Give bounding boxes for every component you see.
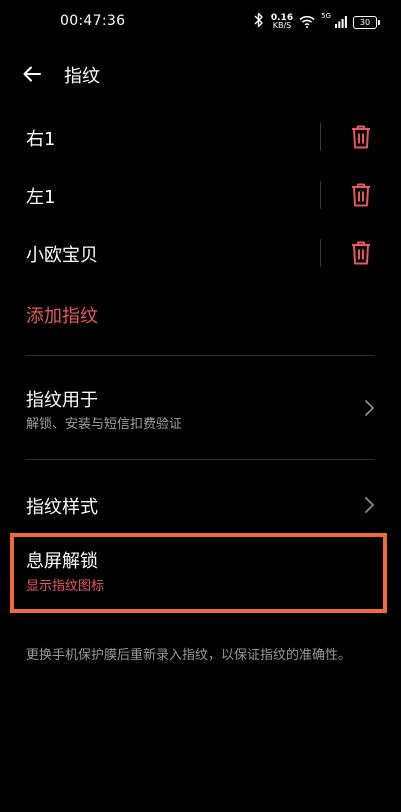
header: 指纹 (0, 52, 401, 96)
trash-icon (352, 241, 370, 265)
fingerprint-usage-title: 指纹用于 (26, 390, 98, 411)
fingerprint-usage-item[interactable]: 指纹用于 解锁、安装与短信扣费验证 (0, 380, 401, 436)
chevron-right-icon (365, 400, 374, 416)
divider (320, 239, 321, 267)
signal-icon (335, 13, 347, 32)
section-divider (26, 355, 374, 356)
delete-button[interactable] (349, 181, 373, 209)
fingerprint-usage-subtitle: 解锁、安装与短信扣费验证 (26, 417, 183, 432)
fingerprint-row[interactable]: 左1 (0, 167, 401, 225)
fingerprint-label: 左1 (26, 187, 56, 208)
fingerprint-style-title: 指纹样式 (26, 497, 98, 518)
status-time: 00:47:36 (60, 13, 126, 29)
battery-icon: 30 (353, 15, 380, 29)
screen-off-unlock-subtitle: 显示指纹图标 (26, 579, 105, 594)
trash-icon (352, 125, 370, 149)
fingerprint-row[interactable]: 小欧宝贝 (0, 225, 401, 283)
wifi-icon (299, 13, 315, 32)
fingerprint-label: 右1 (26, 129, 56, 150)
signal-type-label: 5G (321, 12, 331, 20)
status-bar: 00:47:36 0.16 KB/S 5G 30 (0, 0, 401, 44)
back-arrow-icon (23, 66, 41, 82)
network-speed-unit: KB/S (272, 21, 292, 30)
chevron-right-icon (365, 497, 374, 513)
section-divider (26, 459, 374, 460)
add-fingerprint-button[interactable]: 添加指纹 (26, 302, 98, 328)
divider (320, 181, 321, 209)
bluetooth-icon (253, 12, 265, 32)
trash-icon (352, 183, 370, 207)
fingerprint-style-item[interactable]: 指纹样式 (0, 484, 401, 528)
network-speed: 0.16 KB/S (271, 14, 293, 30)
screen-off-unlock-title: 息屏解锁 (26, 551, 98, 572)
delete-button[interactable] (349, 239, 373, 267)
page-title: 指纹 (64, 66, 100, 87)
status-icons: 0.16 KB/S 5G 30 (253, 12, 380, 32)
fingerprint-row[interactable]: 右1 (0, 109, 401, 167)
fingerprint-label: 小欧宝贝 (26, 245, 98, 266)
footer-note: 更换手机保护膜后重新录入指纹，以保证指纹的准确性。 (26, 648, 352, 663)
divider (320, 123, 321, 151)
back-button[interactable] (18, 60, 46, 88)
delete-button[interactable] (349, 123, 373, 151)
